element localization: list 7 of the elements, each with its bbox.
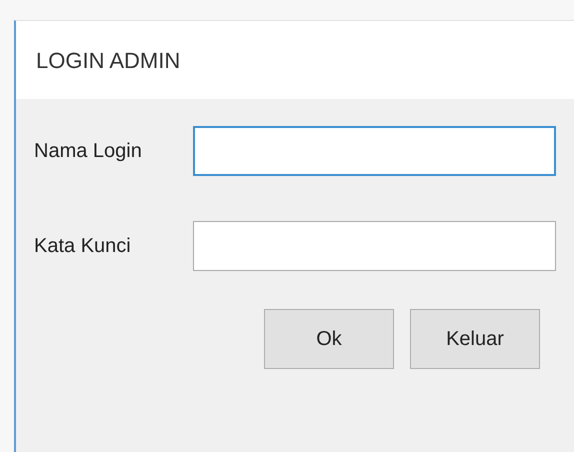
ok-button[interactable]: Ok	[264, 309, 394, 369]
field-label: Kata Kunci	[34, 234, 132, 259]
field-label: Nama Login	[34, 139, 143, 164]
exit-button[interactable]: Keluar	[410, 309, 540, 369]
input-field[interactable]	[193, 221, 556, 271]
window-title: LOGIN ADMIN	[36, 46, 180, 74]
input-field[interactable]	[193, 126, 556, 176]
